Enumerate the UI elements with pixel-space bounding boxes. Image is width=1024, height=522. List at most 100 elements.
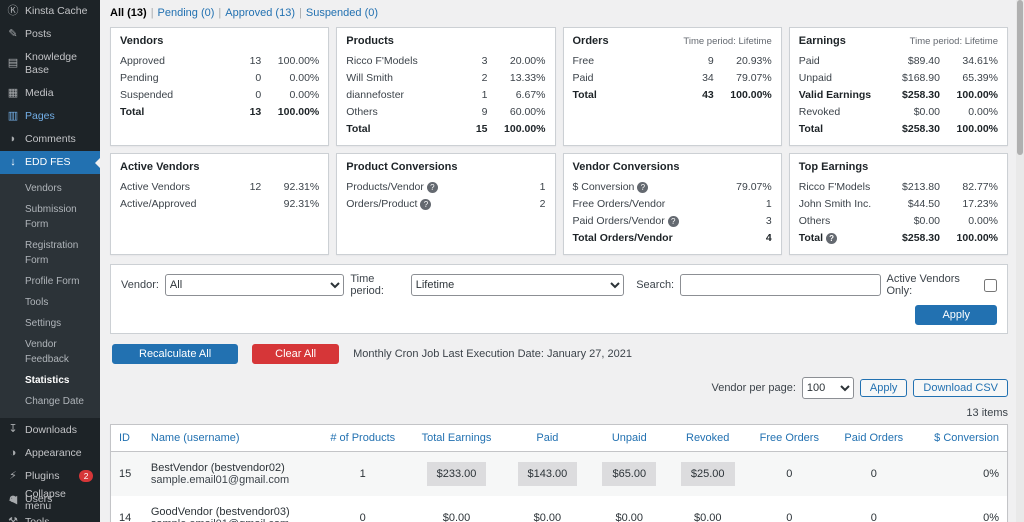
sidebar-item-edd-fes[interactable]: ↓ EDD FES <box>0 151 100 175</box>
collapse-menu-button[interactable]: ◀ Collapse menu <box>0 483 100 518</box>
column-header-id[interactable]: ID <box>110 424 143 452</box>
view-suspended-link[interactable]: Suspended (0) <box>306 7 378 19</box>
submenu-item-change-date[interactable]: Change Date <box>0 391 100 412</box>
column-header-paid-orders[interactable]: Paid Orders <box>831 424 916 452</box>
view-pending-link[interactable]: Pending (0) <box>158 7 215 19</box>
help-icon[interactable]: ? <box>637 181 649 193</box>
help-icon[interactable]: ? <box>667 215 679 227</box>
sidebar-item-downloads[interactable]: ↧ Downloads <box>0 418 100 441</box>
stat-row: Pending 0 0.00% <box>120 71 320 84</box>
per-page-label: Vendor per page: <box>711 382 796 394</box>
filter-apply-button[interactable]: Apply <box>915 305 997 325</box>
stat-row: John Smith Inc. $44.50 17.23% <box>798 197 998 210</box>
recalculate-all-button[interactable]: Recalculate All <box>112 344 239 364</box>
sidebar-item-media[interactable]: ▦ Media <box>0 82 100 105</box>
cell-paid: $0.00 <box>533 512 562 522</box>
panel-title: Vendor Conversions <box>572 161 680 173</box>
column-header-unpaid[interactable]: Unpaid <box>590 424 669 452</box>
time-period-select[interactable]: Lifetime <box>410 274 625 296</box>
panel-title: Product Conversions <box>346 161 458 173</box>
submenu-item-vendors[interactable]: Vendors <box>0 178 100 199</box>
per-page-select[interactable]: 100 <box>801 377 854 399</box>
cell-free-orders: 0 <box>786 512 793 522</box>
sidebar-item-kinsta-cache[interactable]: Ⓚ Kinsta Cache <box>0 0 100 23</box>
cell-id: 14 <box>119 512 132 522</box>
vendor-select[interactable]: All <box>164 274 345 296</box>
column-header-paid[interactable]: Paid <box>504 424 591 452</box>
view-separator: | <box>150 7 154 19</box>
stat-row: Suspended 0 0.00% <box>120 88 320 101</box>
column-header-products[interactable]: # of Products <box>317 424 409 452</box>
stat-row: Paid Orders/Vendor? 3 <box>572 214 772 227</box>
panel-title: Products <box>346 35 394 47</box>
appearance-icon: ◑ <box>9 446 17 459</box>
column-header-free-orders[interactable]: Free Orders <box>746 424 832 452</box>
view-separator: | <box>218 7 222 19</box>
orders-panel: Orders Time period: Lifetime Free 9 20.93% … <box>562 27 782 146</box>
plugins-icon: ⚡ <box>9 469 17 482</box>
items-count: 13 items <box>966 407 1008 419</box>
cell-paid-orders: 0 <box>870 512 877 522</box>
active-vendors-only-checkbox[interactable] <box>983 278 997 292</box>
submenu-item-registration-form[interactable]: Registration Form <box>0 235 100 271</box>
view-all-link[interactable]: All (13) <box>110 7 147 19</box>
submenu-item-tools[interactable]: Tools <box>0 292 100 313</box>
sidebar-item-pages[interactable]: ▥ Pages <box>0 105 100 128</box>
per-page-apply-button[interactable]: Apply <box>859 379 908 397</box>
submenu-item-vendor-feedback[interactable]: Vendor Feedback <box>0 334 100 370</box>
view-approved-link[interactable]: Approved (13) <box>225 7 295 19</box>
stat-row: Revoked $0.00 0.00% <box>798 105 998 118</box>
stat-row: Orders/Product? 2 <box>346 197 546 210</box>
submenu-item-submission-form[interactable]: Submission Form <box>0 199 100 235</box>
stat-row-total: Total Orders/Vendor 4 <box>572 231 772 244</box>
sidebar-item-appearance[interactable]: ◑ Appearance <box>0 442 100 465</box>
plugins-update-badge: 2 <box>79 470 93 483</box>
cell-products: 1 <box>317 451 409 496</box>
help-icon[interactable]: ? <box>826 232 838 244</box>
stat-row-total: Total 43 100.00% <box>572 88 772 101</box>
cell-email: sample.email01@gmail.com <box>150 474 290 486</box>
stat-row: Free 9 20.93% <box>572 54 772 67</box>
column-header-total-earnings[interactable]: Total Earnings <box>408 424 505 452</box>
stat-row: Unpaid $168.90 65.39% <box>798 71 998 84</box>
help-icon[interactable]: ? <box>426 181 438 193</box>
cell-name: BestVendor (bestvendor02) sample.email01@… <box>142 451 318 496</box>
edd-fes-submenu: Vendors Submission Form Registration For… <box>0 174 100 419</box>
column-header-name[interactable]: Name (username) <box>142 424 318 452</box>
cell-revoked: $25.00 <box>668 451 747 496</box>
cell-unpaid: $65.00 <box>590 451 669 496</box>
kinsta-icon: Ⓚ <box>7 5 19 17</box>
cell-revoked: $0.00 <box>693 512 722 522</box>
column-header-conversion[interactable]: $ Conversion <box>915 424 1008 452</box>
cell-paid-orders: 0 <box>831 451 916 496</box>
cell-conversion: 0% <box>983 512 999 522</box>
cell-products: 0 <box>359 512 366 522</box>
earnings-panel: Earnings Time period: Lifetime Paid $89.40… <box>788 27 1008 146</box>
submenu-item-settings[interactable]: Settings <box>0 313 100 334</box>
comments-icon: ◗ <box>9 132 17 145</box>
submenu-item-statistics[interactable]: Statistics <box>0 370 100 391</box>
status-views: All (13) | Pending (0) | Approved (13) | Suspe… <box>110 7 1008 19</box>
stat-row-total: Total 15 100.00% <box>346 122 546 135</box>
media-icon: ▦ <box>7 86 19 99</box>
clear-all-button[interactable]: Clear All <box>252 344 340 364</box>
time-period-label: Time period: Lifetime <box>683 36 772 47</box>
stat-row: diannefoster 1 6.67% <box>346 88 546 101</box>
stat-row: Will Smith 2 13.33% <box>346 71 546 84</box>
stat-row-total: Total 13 100.00% <box>120 105 320 118</box>
search-label: Search: <box>636 279 675 291</box>
stat-row: Ricco F'Models $213.80 82.77% <box>798 180 998 193</box>
window-scrollbar[interactable] <box>1016 0 1024 522</box>
vendors-panel: Vendors Approved 13 100.00% Pending 0 0.00% … <box>110 27 330 146</box>
cell-name: GoodVendor (bestvendor03)sample.email01@… <box>143 496 317 522</box>
download-csv-button[interactable]: Download CSV <box>913 379 1008 397</box>
scrollbar-thumb[interactable] <box>1017 0 1023 155</box>
search-input[interactable] <box>680 274 881 296</box>
column-header-revoked[interactable]: Revoked <box>668 424 747 452</box>
sidebar-item-knowledge-base[interactable]: ▤ Knowledge Base <box>0 46 100 81</box>
help-icon[interactable]: ? <box>420 198 432 210</box>
stats-panels-row-1: Vendors Approved 13 100.00% Pending 0 0.00% … <box>110 27 1008 146</box>
sidebar-item-comments[interactable]: ◗ Comments <box>0 128 100 151</box>
sidebar-item-posts[interactable]: ✎ Posts <box>0 23 100 46</box>
submenu-item-profile-form[interactable]: Profile Form <box>0 271 100 292</box>
